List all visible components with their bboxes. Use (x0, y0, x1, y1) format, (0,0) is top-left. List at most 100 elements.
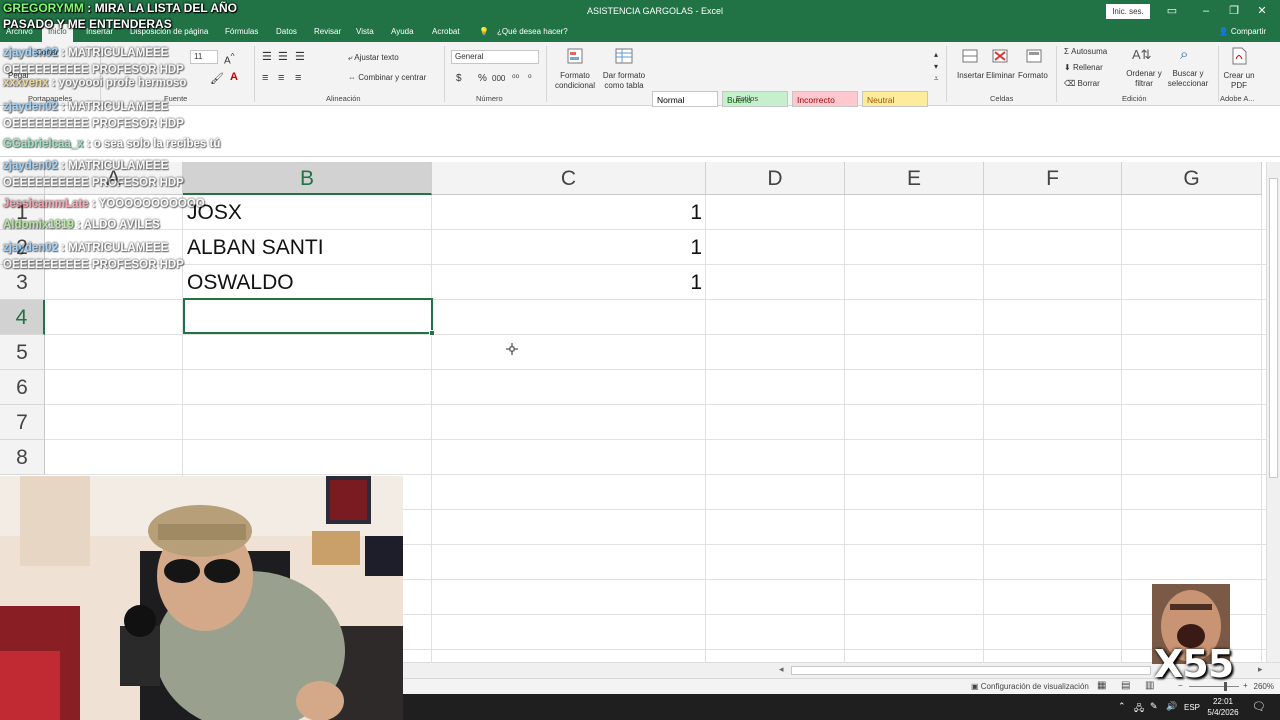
active-cell-b4[interactable] (183, 298, 433, 334)
scroll-left-icon[interactable]: ◂ (779, 664, 784, 675)
align-top-icon[interactable]: ☰ (262, 50, 272, 63)
share-button[interactable]: 👤 Compartir (1219, 27, 1266, 36)
page-layout-view-icon[interactable]: ▤ (1121, 680, 1130, 691)
sort-filter-button[interactable]: Ordenar y filtrar (1124, 69, 1164, 89)
network-icon[interactable]: 🖧 (1134, 701, 1144, 717)
multiplier-label: X55 (1154, 642, 1234, 686)
tab-review[interactable]: Revisar (314, 27, 341, 36)
tell-me-search[interactable]: ¿Qué desea hacer? (497, 27, 568, 36)
grow-font-icon[interactable]: A^ (224, 51, 235, 66)
column-header-b[interactable]: B (183, 162, 432, 195)
row-header-8[interactable]: 8 (0, 440, 45, 475)
cell-style-3[interactable]: Incorrecto (792, 91, 858, 107)
font-size-select[interactable]: 11 (190, 50, 218, 64)
notification-icon[interactable]: 🗨 (1252, 700, 1266, 713)
sign-in-button[interactable]: Inic. ses. (1106, 4, 1150, 19)
clock[interactable]: 22:01 5/4/2026 (1206, 696, 1240, 718)
row-header-4[interactable]: 4 (0, 300, 45, 335)
row-gridline (45, 334, 1266, 335)
align-middle-icon[interactable]: ☰ (278, 50, 288, 63)
maximize-icon[interactable]: ❐ (1226, 3, 1242, 19)
align-right-icon[interactable]: ≡ (295, 72, 301, 84)
fill-color-icon[interactable]: 🖌 (210, 72, 224, 85)
vertical-scroll-thumb[interactable] (1269, 178, 1278, 478)
column-header-f[interactable]: F (984, 162, 1122, 195)
font-color-icon[interactable]: A (230, 71, 238, 83)
create-pdf-icon[interactable] (1228, 46, 1250, 66)
group-divider (444, 46, 445, 102)
cell-b3[interactable]: OSWALDO (187, 265, 294, 300)
zoom-in-icon[interactable]: + (1243, 681, 1248, 690)
format-cells-button[interactable]: Formato (1018, 71, 1048, 80)
tab-data[interactable]: Datos (276, 27, 297, 36)
normal-view-icon[interactable]: ▦ (1097, 680, 1106, 691)
column-header-d[interactable]: D (706, 162, 845, 195)
find-select-button[interactable]: Buscar y seleccionar (1162, 69, 1214, 89)
zoom-level[interactable]: 260% (1254, 682, 1274, 691)
group-divider (1056, 46, 1057, 102)
tab-help[interactable]: Ayuda (391, 27, 414, 36)
wrap-text-button[interactable]: ⤶ Ajustar texto (348, 53, 399, 63)
chat-username: xxxvenx (3, 77, 49, 89)
gallery-scroll-down-icon[interactable]: ▾ (934, 62, 938, 71)
gallery-scroll-up-icon[interactable]: ▴ (934, 50, 938, 59)
tab-acrobat[interactable]: Acrobat (432, 27, 460, 36)
row-header-6[interactable]: 6 (0, 370, 45, 405)
scroll-right-icon[interactable]: ▸ (1258, 664, 1263, 675)
cell-c2[interactable]: 1 (642, 230, 702, 265)
language-indicator[interactable]: ESP (1184, 703, 1200, 712)
format-as-table-button[interactable]: Dar formato como tabla (599, 71, 649, 91)
clear-button[interactable]: ⌫ Borrar (1064, 79, 1100, 88)
zoom-slider[interactable] (1189, 686, 1239, 687)
cell-b2[interactable]: ALBAN SANTI (187, 230, 324, 265)
display-settings-button[interactable]: ▣ Configuración de visualización (971, 682, 1089, 691)
conditional-format-icon[interactable] (566, 47, 588, 67)
chat-message: xxxvenx : yoyoooi profe hermoso (3, 77, 186, 89)
delete-cells-icon[interactable] (990, 47, 1012, 67)
gallery-more-icon[interactable]: ⩡ (934, 74, 939, 84)
column-header-g[interactable]: G (1122, 162, 1262, 195)
close-icon[interactable]: ✕ (1254, 3, 1270, 19)
tray-chevron-icon[interactable]: ⌃ (1118, 701, 1126, 712)
create-pdf-button[interactable]: Crear un PDF (1222, 71, 1256, 91)
increase-decimal-icon[interactable]: ⁰⁰ (512, 73, 519, 84)
column-header-e[interactable]: E (845, 162, 984, 195)
fill-button[interactable]: ⬇ Rellenar (1064, 63, 1103, 72)
volume-icon[interactable]: 🔊 (1166, 701, 1177, 712)
merge-center-button[interactable]: ⇔ Combinar y centrar (348, 73, 426, 82)
insert-cells-icon[interactable] (960, 47, 982, 67)
chat-message: Aldomix1819 : ALDO AVILES (3, 219, 160, 231)
currency-icon[interactable]: $ (456, 73, 462, 84)
align-center-icon[interactable]: ≡ (278, 72, 284, 84)
horizontal-scrollbar[interactable]: ◂ ▸ (403, 662, 1280, 678)
autosum-button[interactable]: Σ Autosuma (1064, 47, 1107, 56)
decrease-decimal-icon[interactable]: ⁰ (528, 73, 532, 84)
edit-icon[interactable]: ✎ (1150, 701, 1158, 712)
row-header-5[interactable]: 5 (0, 335, 45, 370)
cell-c1[interactable]: 1 (642, 195, 702, 230)
horizontal-scroll-thumb[interactable] (791, 666, 1151, 675)
align-bottom-icon[interactable]: ☰ (295, 50, 305, 63)
vertical-scrollbar[interactable] (1266, 162, 1280, 662)
sort-filter-icon[interactable]: A⇅ (1132, 47, 1152, 63)
comma-style-icon[interactable]: 000 (492, 74, 505, 83)
conditional-format-button[interactable]: Formato condicional (551, 71, 599, 91)
row-header-7[interactable]: 7 (0, 405, 45, 440)
tab-view[interactable]: Vista (356, 27, 374, 36)
format-cells-icon[interactable] (1024, 47, 1046, 67)
chat-message: GREGORYMM : MIRA LA LISTA DEL AÑO PASADO… (3, 0, 258, 32)
fill-handle[interactable] (429, 330, 435, 336)
column-header-c[interactable]: C (432, 162, 706, 195)
number-format-select[interactable]: General (451, 50, 539, 64)
delete-cells-button[interactable]: Eliminar (986, 71, 1015, 80)
cell-c3[interactable]: 1 (642, 265, 702, 300)
minimize-icon[interactable]: – (1198, 3, 1214, 19)
format-as-table-icon[interactable] (614, 47, 636, 67)
find-icon[interactable]: ⌕ (1180, 46, 1188, 63)
cell-style-1[interactable]: Normal (652, 91, 718, 107)
cell-style-4[interactable]: Neutral (862, 91, 928, 107)
percent-icon[interactable]: % (478, 73, 487, 84)
align-left-icon[interactable]: ≡ (262, 72, 268, 84)
insert-cells-button[interactable]: Insertar (957, 71, 984, 80)
ribbon-display-icon[interactable]: ▭ (1164, 3, 1180, 19)
